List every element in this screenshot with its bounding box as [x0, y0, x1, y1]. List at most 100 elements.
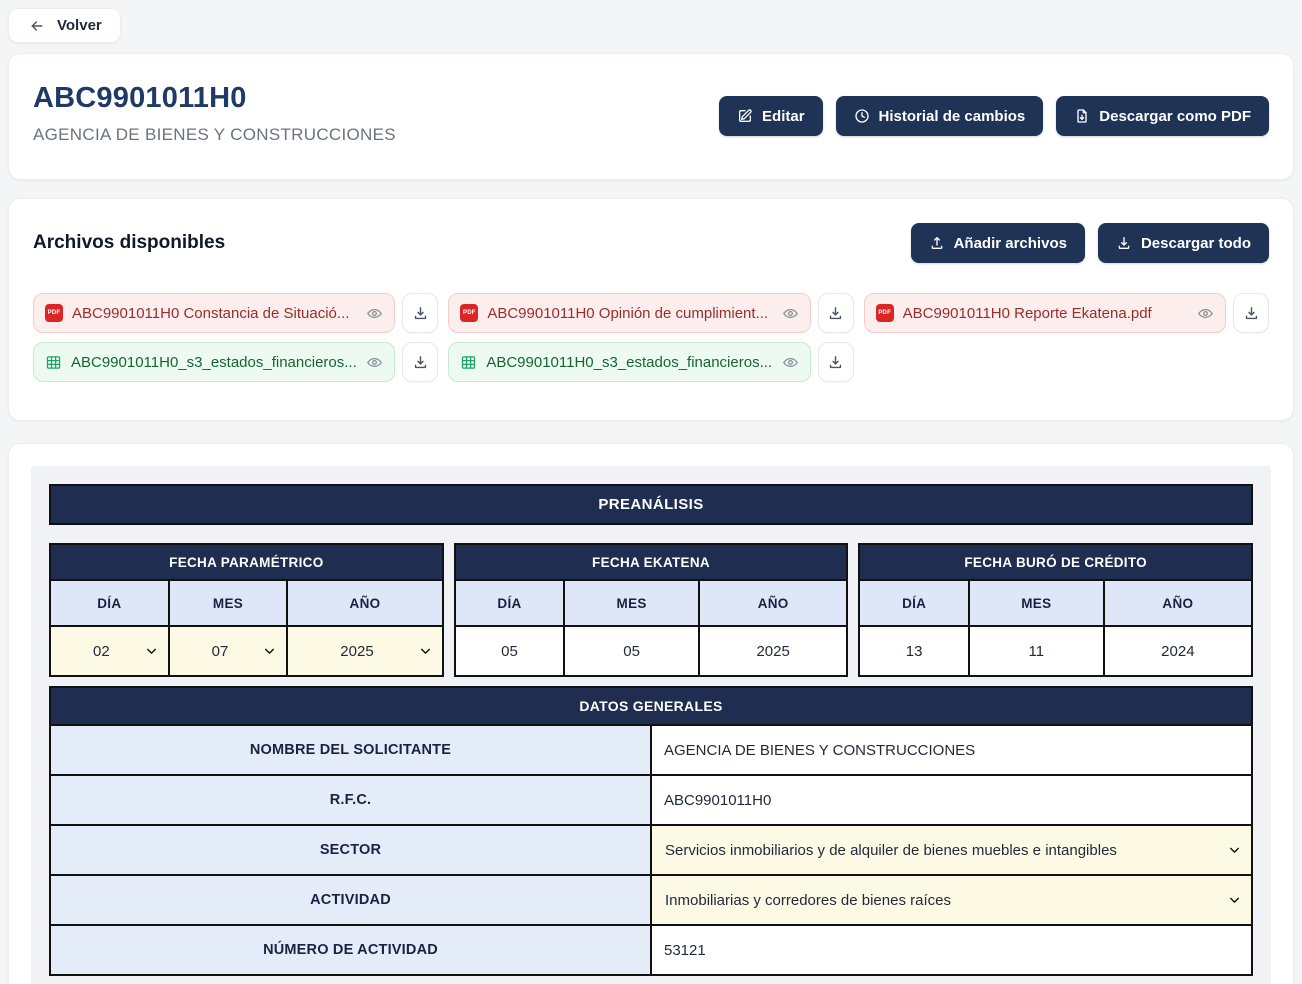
mes-column-header: MES [564, 580, 699, 626]
add-files-button-label: Añadir archivos [954, 235, 1067, 252]
fecha-parametrico-title: FECHA PARAMÉTRICO [50, 544, 443, 580]
ano-column-header: AÑO [287, 580, 442, 626]
upload-icon [929, 235, 945, 251]
row-value-numero-actividad: 53121 [651, 925, 1252, 975]
edit-button[interactable]: Editar [719, 96, 823, 136]
row-value-nombre: AGENCIA DE BIENES Y CONSTRUCCIONES [651, 725, 1252, 775]
ekatena-month-value: 05 [564, 626, 699, 676]
download-icon [1116, 235, 1132, 251]
download-all-button-label: Descargar todo [1141, 235, 1251, 252]
fecha-buro-title: FECHA BURÓ DE CRÉDITO [859, 544, 1252, 580]
dia-column-header: DÍA [455, 580, 565, 626]
file-download-button[interactable] [818, 293, 854, 333]
clock-icon [854, 108, 870, 124]
ano-column-header: AÑO [1104, 580, 1252, 626]
preview-eye-icon[interactable] [782, 305, 799, 322]
mes-column-header: MES [969, 580, 1104, 626]
fecha-ekatena-table: FECHA EKATENA DÍA MES AÑO 05 05 2025 [454, 543, 849, 677]
file-name: ABC9901011H0 Opinión de cumplimient... [487, 305, 772, 322]
sector-select[interactable]: Servicios inmobiliarios y de alquiler de… [652, 826, 1251, 874]
preanalysis-panel: PREANÁLISIS FECHA PARAMÉTRICO DÍA MES AÑ… [31, 466, 1271, 984]
file-download-button[interactable] [1233, 293, 1269, 333]
file-cell: ABC9901011H0_s3_estados_financieros... [448, 342, 853, 382]
file-cell: ABC9901011H0_s3_estados_financieros... [33, 342, 438, 382]
table-row: R.F.C. ABC9901011H0 [50, 775, 1252, 825]
buro-year-value: 2024 [1104, 626, 1252, 676]
download-icon [412, 305, 429, 322]
add-files-button[interactable]: Añadir archivos [911, 223, 1085, 263]
parametrico-month-select[interactable]: 07 [170, 627, 287, 675]
download-icon [412, 354, 429, 371]
row-label-nombre: NOMBRE DEL SOLICITANTE [50, 725, 651, 775]
file-download-button[interactable] [402, 293, 438, 333]
buro-day-value: 13 [859, 626, 969, 676]
file-chip-pdf[interactable]: PDF ABC9901011H0 Reporte Ekatena.pdf [864, 293, 1226, 333]
dia-column-header: DÍA [859, 580, 969, 626]
back-button[interactable]: Volver [8, 8, 121, 43]
fecha-parametrico-table: FECHA PARAMÉTRICO DÍA MES AÑO 02 [49, 543, 444, 677]
arrow-left-icon [27, 18, 47, 34]
download-all-button[interactable]: Descargar todo [1098, 223, 1269, 263]
file-name: ABC9901011H0 Constancia de Situació... [72, 305, 357, 322]
row-value-actividad-cell: Inmobiliarias y corredores de bienes raí… [651, 875, 1252, 925]
file-chip-excel[interactable]: ABC9901011H0_s3_estados_financieros... [33, 342, 395, 382]
file-download-button[interactable] [818, 342, 854, 382]
file-chip-pdf[interactable]: PDF ABC9901011H0 Constancia de Situació.… [33, 293, 395, 333]
ekatena-day-value: 05 [455, 626, 565, 676]
row-label-rfc: R.F.C. [50, 775, 651, 825]
files-section-title: Archivos disponibles [33, 232, 225, 254]
preview-eye-icon[interactable] [366, 305, 383, 322]
buro-month-value: 11 [969, 626, 1104, 676]
file-cell: PDF ABC9901011H0 Constancia de Situació.… [33, 293, 438, 333]
row-value-sector-cell: Servicios inmobiliarios y de alquiler de… [651, 825, 1252, 875]
file-name: ABC9901011H0_s3_estados_financieros... [486, 354, 772, 371]
edit-button-label: Editar [762, 108, 805, 125]
row-label-sector: SECTOR [50, 825, 651, 875]
preview-eye-icon[interactable] [782, 354, 799, 371]
file-chip-pdf[interactable]: PDF ABC9901011H0 Opinión de cumplimient.… [448, 293, 810, 333]
preanalysis-title-bar: PREANÁLISIS [49, 484, 1253, 525]
download-pdf-button[interactable]: Descargar como PDF [1056, 96, 1269, 136]
record-header-card: ABC9901011H0 AGENCIA DE BIENES Y CONSTRU… [8, 53, 1294, 180]
fecha-ekatena-title: FECHA EKATENA [455, 544, 848, 580]
preview-eye-icon[interactable] [1197, 305, 1214, 322]
file-name: ABC9901011H0_s3_estados_financieros... [71, 354, 357, 371]
ekatena-year-value: 2025 [699, 626, 847, 676]
file-chip-grid: PDF ABC9901011H0 Constancia de Situació.… [33, 293, 1269, 382]
parametrico-year-select[interactable]: 2025 [288, 627, 441, 675]
row-label-numero-actividad: NÚMERO DE ACTIVIDAD [50, 925, 651, 975]
preview-eye-icon[interactable] [366, 354, 383, 371]
page-title: ABC9901011H0 [33, 82, 396, 115]
file-cell: PDF ABC9901011H0 Opinión de cumplimient.… [448, 293, 853, 333]
parametrico-year-cell: 2025 [287, 626, 442, 676]
table-row: NOMBRE DEL SOLICITANTE AGENCIA DE BIENES… [50, 725, 1252, 775]
file-chip-excel[interactable]: ABC9901011H0_s3_estados_financieros... [448, 342, 810, 382]
company-name: AGENCIA DE BIENES Y CONSTRUCCIONES [33, 125, 396, 145]
download-pdf-button-label: Descargar como PDF [1099, 108, 1251, 125]
files-actions: Añadir archivos Descargar todo [911, 223, 1269, 263]
file-name: ABC9901011H0 Reporte Ekatena.pdf [903, 305, 1188, 322]
datos-generales-table: DATOS GENERALES NOMBRE DEL SOLICITANTE A… [49, 686, 1253, 976]
file-cell: PDF ABC9901011H0 Reporte Ekatena.pdf [864, 293, 1269, 333]
record-identity: ABC9901011H0 AGENCIA DE BIENES Y CONSTRU… [33, 82, 396, 145]
pdf-file-icon: PDF [876, 304, 894, 322]
history-button[interactable]: Historial de cambios [836, 96, 1044, 136]
download-icon [1243, 305, 1260, 322]
parametrico-day-cell: 02 [50, 626, 169, 676]
excel-file-icon [45, 354, 62, 371]
files-header: Archivos disponibles Añadir archivos Des… [33, 223, 1269, 263]
ano-column-header: AÑO [699, 580, 847, 626]
pdf-file-icon: PDF [45, 304, 63, 322]
row-label-actividad: ACTIVIDAD [50, 875, 651, 925]
excel-file-icon [460, 354, 477, 371]
actividad-select[interactable]: Inmobiliarias y corredores de bienes raí… [652, 876, 1251, 924]
back-button-label: Volver [57, 17, 102, 34]
parametrico-day-select[interactable]: 02 [51, 627, 168, 675]
file-download-button[interactable] [402, 342, 438, 382]
fecha-buro-table: FECHA BURÓ DE CRÉDITO DÍA MES AÑO 13 11 … [858, 543, 1253, 677]
table-row: SECTOR Servicios inmobiliarios y de alqu… [50, 825, 1252, 875]
download-icon [827, 305, 844, 322]
table-row: NÚMERO DE ACTIVIDAD 53121 [50, 925, 1252, 975]
row-value-rfc: ABC9901011H0 [651, 775, 1252, 825]
preanalysis-card: PREANÁLISIS FECHA PARAMÉTRICO DÍA MES AÑ… [8, 443, 1294, 984]
